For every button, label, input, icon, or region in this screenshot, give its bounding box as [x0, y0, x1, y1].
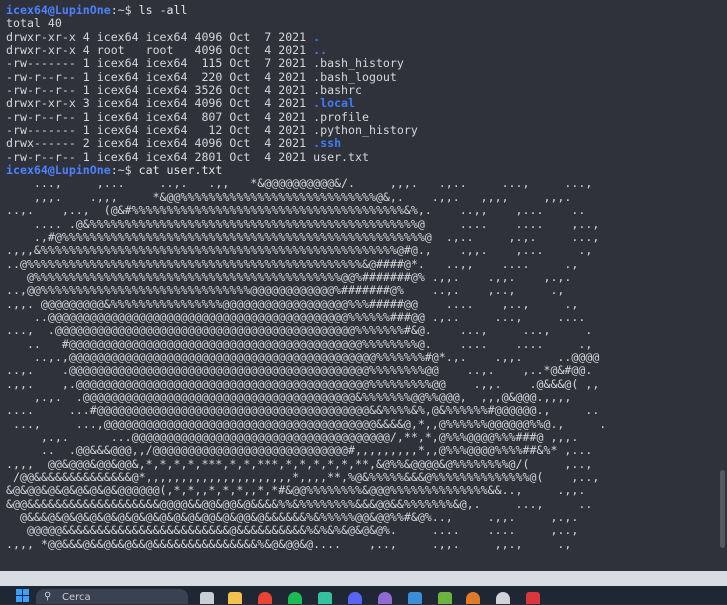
terminal-window[interactable]: icex64@LupinOne:~$ ls -all total 40 drwxr-… [0, 0, 727, 571]
listing-row: -rw-r--r-- 1 icex64 icex64 220 Oct 4 202… [6, 69, 706, 84]
listing-row: -rw------- 1 icex64 icex64 115 Oct 7 202… [6, 57, 706, 70]
listing-filename: .python_history [313, 123, 418, 138]
store-icon[interactable] [318, 592, 332, 604]
ascii-art-line: .,,,&%%%%%%%%%%%%%%%%%%%%%%%%%%%%%%%%%%%… [6, 243, 593, 258]
red-app-icon[interactable] [526, 592, 540, 604]
listing-meta: drwx------ 2 icex64 icex64 4096 Oct 4 20… [6, 136, 314, 151]
listing-row: drwxr-xr-x 4 icex64 icex64 4096 Oct 7 20… [6, 29, 706, 44]
listing-meta: -rw-r--r-- 1 icex64 icex64 807 Oct 4 202… [6, 109, 314, 124]
ascii-art-line: .. .@@&&&@@@,,/@@@@@@@@@@@@@@@@@@@@@@@@@… [6, 443, 593, 458]
ascii-art-line: ..@%%%%%%%%%%%%%%%%%%%%%%%%%%%%%%%%%%%%%… [6, 256, 579, 271]
ascii-art-line: ..., .@@@@@@@@@@@@@@@@@@@@@@@@@@@@@@@@@@… [6, 323, 593, 338]
game-icon[interactable] [466, 592, 480, 604]
listing-filename: .bash_history [313, 56, 404, 71]
listing-row: -rw------- 1 icex64 icex64 12 Oct 4 2021… [6, 123, 706, 138]
listing-filename: .. [313, 43, 328, 58]
listing-row: drwx------ 2 icex64 icex64 4096 Oct 4 20… [6, 137, 706, 150]
ascii-art-line: ..@@@@@@@@@@@@@@@@@@@@@@@@@@@@@@@@@@@@@@… [6, 309, 586, 324]
listing-row: -rw-r--r-- 1 icex64 icex64 2801 Oct 4 20… [6, 149, 706, 164]
mail-icon[interactable] [408, 592, 422, 604]
ascii-art-line: &@&@@&@&@&@&@&@&@@@@@@(,*,*,,*,*,*,,*,*#… [6, 483, 586, 498]
task-view-icon[interactable] [200, 592, 214, 604]
listing-meta: -rw------- 1 icex64 icex64 12 Oct 4 2021 [6, 123, 314, 138]
prompt-user-host: icex64@LupinOne [6, 3, 111, 17]
ascii-art-line: @@@@@&&&&&&&&&&&&&&&&&&&&&&&&@&&&&&&&&&&… [6, 523, 579, 538]
ascii-art-line: &@@&&&&&&&&&&&&&&&&&&&@@@@&&@@&@@&@&&&&%… [6, 496, 593, 511]
listing-filename: .local [313, 96, 356, 111]
chatgpt-icon[interactable] [496, 592, 510, 604]
listing-meta: -rw-r--r-- 1 icex64 icex64 220 Oct 4 202… [6, 69, 314, 84]
listing-filename: .profile [313, 109, 369, 124]
terminal-scrollbar[interactable] [720, 470, 725, 548]
ascii-art-line: .... ...#@@@@@@@@@@@@@@@@@@@@@@@@@@@@@@@… [6, 403, 600, 418]
listing-filename: . [313, 29, 321, 44]
search-icon: ⚲ [44, 591, 52, 602]
chrome-icon[interactable] [258, 592, 272, 604]
ascii-art-line: ..,. ,.., (@&#%%%%%%%%%%%%%%%%%%%%%%%%%%… [6, 203, 586, 218]
listing-row: -rw-r--r-- 1 icex64 icex64 3526 Oct 4 20… [6, 83, 706, 98]
ascii-art-line: ,,,. .,,, *&@@%%%%%%%%%%%%%%%%%%%%%%%%%%… [6, 189, 572, 204]
command-text: ls -all [138, 3, 188, 17]
search-placeholder: Cerca [62, 592, 91, 603]
listing-meta: drwxr-xr-x 3 icex64 icex64 4096 Oct 4 20… [6, 96, 314, 111]
listing-row: -rw-r--r-- 1 icex64 icex64 807 Oct 4 202… [6, 109, 706, 124]
ascii-art-line: ..,@@%%%%%%%%%%%%%%%%%%%%%%%%%%%%%%@@@@@… [6, 283, 565, 298]
ascii-art-line: .,,, @@&@@@&@@&@@&,*,*,*,*,***,*,*,***,*… [6, 456, 593, 471]
listing-meta: -rw-r--r-- 1 icex64 icex64 3526 Oct 4 20… [6, 83, 314, 98]
windows-start-icon[interactable] [16, 589, 30, 603]
command-text: cat user.txt [138, 163, 223, 178]
ascii-art-line: .,#@%%%%%%%%%%%%%%%%%%%%%%%%%%%%%%%%%%%%… [6, 229, 600, 244]
listing-row: drwxr-xr-x 4 root root 4096 Oct 4 2021 .… [6, 43, 706, 58]
ascii-art-line: .,,. @@@@@@@@@&%%%%%%%%%%%%%%%%@@@@@@@@@… [6, 296, 579, 311]
total-line: total 40 [6, 16, 62, 31]
obs-icon[interactable] [378, 592, 392, 604]
prompt-user-host: icex64@LupinOne [6, 163, 111, 178]
ascii-art-line: /@@&&&&&&&&&&&&&&@*,,,,,,,,,,,,,,,,,,,,,… [6, 470, 600, 485]
prompt-line: icex64@LupinOne:~$ cat user.txt [6, 163, 706, 178]
listing-meta: drwxr-xr-x 4 icex64 icex64 4096 Oct 7 20… [6, 29, 314, 44]
ascii-art-line: ,.,. .@@@@@@@@@@@@@@@@@@@@@@@@@@@@@@@@@@… [6, 389, 572, 404]
spotify-icon[interactable] [288, 592, 302, 604]
prompt-suffix: :~$ [110, 163, 139, 178]
ascii-art-line: @%%%%%%%%%%%%%%%%%%%%%%%%%%%%%%%%%%%%%%%… [6, 269, 572, 284]
discord-icon[interactable] [348, 592, 362, 604]
prompt-line: icex64@LupinOne:~$ ls -all [6, 3, 706, 17]
ascii-art-line: .. #@@@@@@@@@@@@@@@@@@@@@@@@@@@@@@@@@@@@… [6, 336, 593, 351]
terminal-output: icex64@LupinOne:~$ ls -all total 40 drwxr-… [6, 3, 706, 551]
listing-row: drwxr-xr-x 3 icex64 icex64 4096 Oct 4 20… [6, 97, 706, 110]
ascii-art-line: ..., ,... ..,. .,, *&@@@@@@@@@@&/. ,,,. … [6, 176, 593, 191]
taskbar-search-box[interactable]: ⚲ Cerca [36, 589, 188, 604]
listing-filename: .bash_logout [313, 69, 397, 84]
listing-meta: -rw------- 1 icex64 icex64 115 Oct 7 202… [6, 56, 314, 71]
listing-filename: .bashrc [313, 83, 362, 98]
listing-meta: drwxr-xr-x 4 root root 4096 Oct 4 2021 [6, 43, 314, 58]
ascii-art-line: @&&&@&@&@&@&@&@&@&@&@&@&@&@@&@&@@&@&&&&&… [6, 510, 579, 525]
listing-meta: -rw-r--r-- 1 icex64 icex64 2801 Oct 4 20… [6, 149, 314, 164]
listing-filename: user.txt [313, 149, 369, 164]
prompt-suffix: :~$ [110, 3, 139, 17]
ascii-art-line: .,,, *@@&&&@&&@&&@&&@&&&&&&&&&&&&&&&%&@&… [6, 536, 572, 551]
ascii-art-line: ..,.,@@@@@@@@@@@@@@@@@@@@@@@@@@@@@@@@@@@… [6, 349, 600, 364]
file-explorer-icon[interactable] [228, 592, 242, 604]
folder-green-icon[interactable] [438, 592, 452, 604]
ascii-art-line: ,.,. ...@@@@@@@@@@@@@@@@@@@@@@@@@@@@@@@@… [6, 430, 579, 444]
desktop-strip [0, 571, 727, 586]
ascii-art-line: .,,. ,.@@@@@@@@@@@@@@@@@@@@@@@@@@@@@@@@@… [6, 376, 600, 391]
listing-filename: .ssh [313, 136, 342, 151]
ascii-art-line: ..., ...,@@@@@@@@@@@@@@@@@@@@@@@@@@@@@@@… [6, 416, 607, 431]
ascii-art-line: .... .@&%%%%%%%%%%%%%%%%%%%%%%%%%%%%%%%%… [6, 216, 600, 231]
ascii-art-line: ..,. .@@@@@@@@@@@@@@@@@@@@@@@@@@@@@@@@@@… [6, 363, 593, 378]
